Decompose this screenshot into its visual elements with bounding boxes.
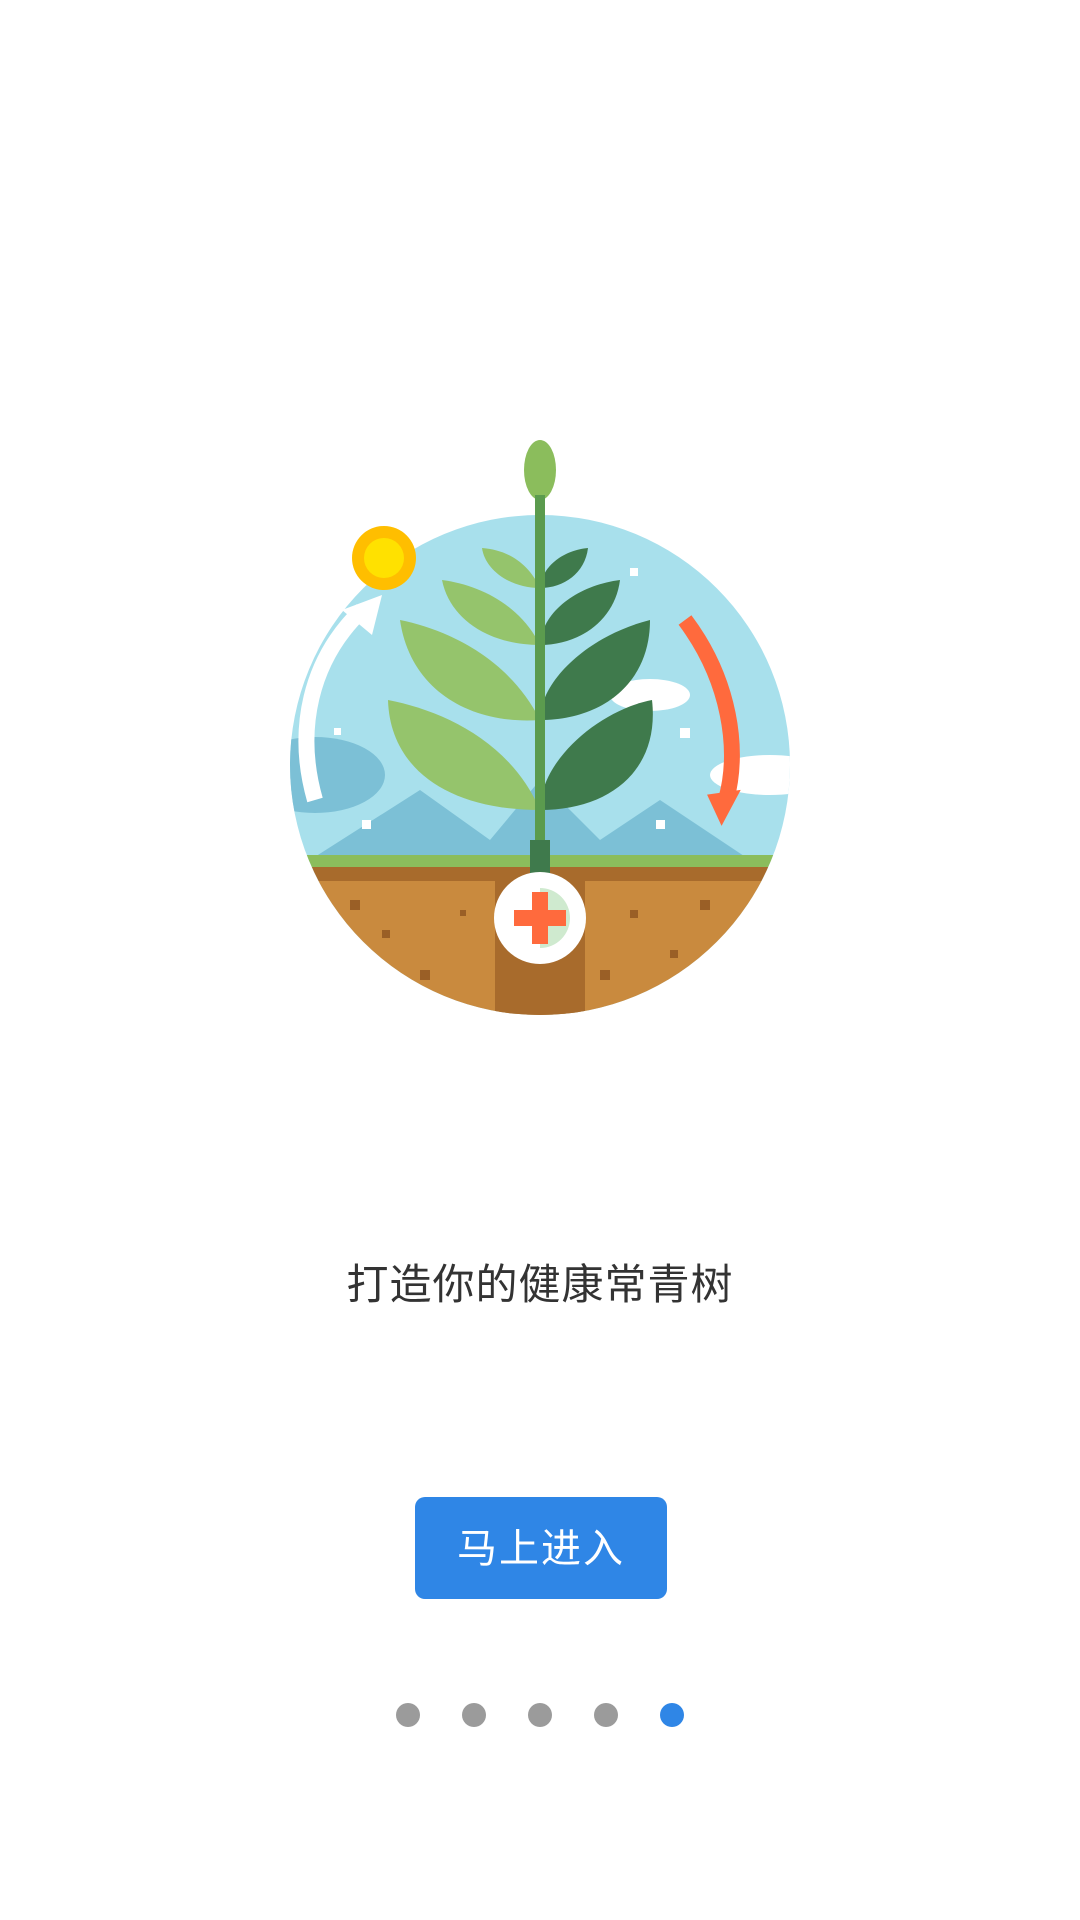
- health-plant-illustration: [270, 440, 810, 1020]
- page-indicator-dot-4[interactable]: [594, 1703, 618, 1727]
- enter-now-button[interactable]: 马上进入: [415, 1497, 667, 1599]
- tagline-text: 打造你的健康常青树: [346, 1260, 734, 1309]
- page-indicator-dot-5[interactable]: [660, 1703, 684, 1727]
- page-indicator: [0, 1703, 1080, 1729]
- page-indicator-dot-2[interactable]: [462, 1703, 486, 1727]
- page-indicator-dot-1[interactable]: [396, 1703, 420, 1727]
- welcome-screen: 打造你的健康常青树 马上进入: [0, 0, 1080, 1920]
- page-indicator-dot-3[interactable]: [528, 1703, 552, 1727]
